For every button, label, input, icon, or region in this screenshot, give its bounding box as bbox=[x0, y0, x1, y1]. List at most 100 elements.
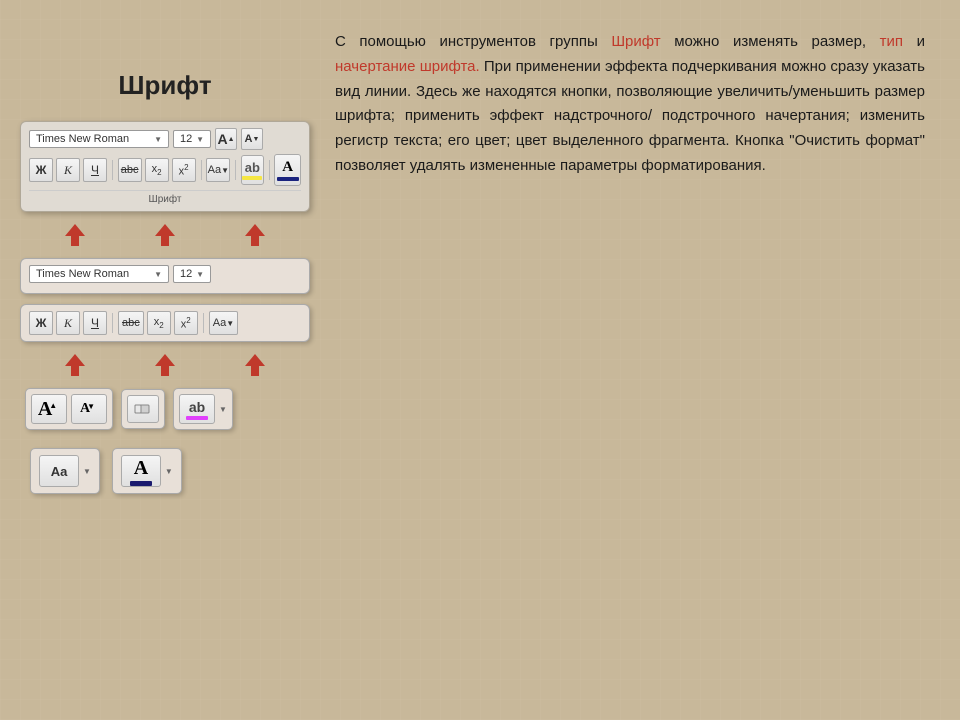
aa-icon: Aa bbox=[208, 164, 221, 176]
strikethrough-sub-btn[interactable]: abc bbox=[118, 311, 144, 335]
format-sub-row: Ж К Ч abc x2 x2 Aa▼ bbox=[29, 311, 301, 335]
font-name-sub-text: Times New Roman bbox=[36, 268, 129, 280]
case-change-btn[interactable]: Aa bbox=[39, 455, 79, 487]
font-name-row: Times New Roman ▼ 12 ▼ A▲ A▼ bbox=[29, 128, 301, 150]
sub-sep2 bbox=[203, 313, 204, 333]
font-name-display[interactable]: Times New Roman ▼ bbox=[29, 130, 169, 148]
highlight-ab-text: ab bbox=[245, 160, 260, 175]
arrow1-svg bbox=[65, 224, 85, 246]
superscript-icon: x2 bbox=[179, 163, 189, 178]
superscript-btn[interactable]: x2 bbox=[172, 158, 196, 182]
font-size-buttons-panel: A▲ A▼ bbox=[25, 388, 113, 430]
underline-btn[interactable]: Ч bbox=[83, 158, 107, 182]
size-sub-dropdown: ▼ bbox=[196, 270, 204, 279]
aa-sub-btn[interactable]: Aa▼ bbox=[209, 311, 238, 335]
text-p2: можно изменять размер, bbox=[661, 33, 880, 50]
toolbar-label: Шрифт bbox=[29, 190, 301, 205]
text-p3: и bbox=[903, 33, 925, 50]
font-color-btn[interactable]: A bbox=[274, 154, 301, 186]
text-p4: При применении эффекта подчеркивания мож… bbox=[335, 58, 925, 174]
bold-sub-btn[interactable]: Ж bbox=[29, 311, 53, 335]
arrow6-svg bbox=[245, 354, 265, 376]
arrows-row-1 bbox=[20, 222, 310, 248]
sub-panels-group: A▲ A▼ ab bbox=[20, 388, 310, 430]
font-size-text: 12 bbox=[180, 133, 192, 145]
strikethrough-icon: abc bbox=[121, 164, 139, 176]
separator1 bbox=[112, 160, 113, 180]
italic-sub-btn[interactable]: К bbox=[56, 311, 80, 335]
text-tip: тип bbox=[880, 33, 903, 50]
strikethrough-sub-icon: abc bbox=[122, 317, 140, 329]
italic-btn[interactable]: К bbox=[56, 158, 80, 182]
font-color-large-btn[interactable]: A bbox=[121, 455, 161, 487]
grow-font-btn[interactable]: A▲ bbox=[215, 128, 237, 150]
arrows-row-2 bbox=[20, 352, 310, 378]
subscript-sub-btn[interactable]: x2 bbox=[147, 311, 171, 335]
big-a-up-arrow: ▲ bbox=[49, 401, 57, 410]
font-size-sub-text: 12 bbox=[180, 268, 192, 280]
highlight-pink-bar bbox=[186, 416, 208, 420]
text-nachert: начертание шрифта. bbox=[335, 58, 480, 75]
size-dropdown-arrow: ▼ bbox=[196, 135, 204, 144]
highlight-btn[interactable]: ab bbox=[241, 155, 264, 185]
format-subpanel: Ж К Ч abc x2 x2 Aa▼ bbox=[20, 304, 310, 342]
bold-btn[interactable]: Ж bbox=[29, 158, 53, 182]
subscript-btn[interactable]: x2 bbox=[145, 158, 169, 182]
big-a-grow-btn[interactable]: A▲ bbox=[31, 394, 67, 424]
font-color-large-a: A bbox=[134, 457, 148, 480]
separator3 bbox=[235, 160, 236, 180]
underline-sub-btn[interactable]: Ч bbox=[83, 311, 107, 335]
bottom-panels-row: Aa ▼ A ▼ bbox=[20, 448, 310, 494]
font-size-sub-display[interactable]: 12 ▼ bbox=[173, 265, 211, 283]
ab-highlight-text: ab bbox=[189, 399, 205, 415]
font-color-dark-bar bbox=[130, 481, 152, 486]
shrink-icon: A bbox=[245, 133, 253, 145]
subscript-sub-icon: x2 bbox=[154, 316, 164, 330]
description-panel: С помощью инструментов группы Шрифт можн… bbox=[330, 20, 940, 700]
arrow3-svg bbox=[245, 224, 265, 246]
case-change-panel: Aa ▼ bbox=[30, 448, 100, 494]
grow-superscript: ▲ bbox=[228, 136, 235, 143]
aa-btn-text: Aa bbox=[51, 464, 68, 479]
font-name-sub-display[interactable]: Times New Roman ▼ bbox=[29, 265, 169, 283]
format-buttons-row: Ж К Ч abc x2 x2 Aa▼ ab bbox=[29, 154, 301, 186]
case-dropdown-arrow[interactable]: ▼ bbox=[83, 467, 91, 476]
highlight-dropdown[interactable]: ▼ bbox=[219, 405, 227, 414]
superscript-sub-icon: x2 bbox=[181, 316, 191, 331]
arrow4-svg bbox=[65, 354, 85, 376]
left-diagram-panel: Шрифт Times New Roman ▼ 12 ▼ A▲ A▼ bbox=[20, 20, 310, 700]
font-name-text: Times New Roman bbox=[36, 133, 129, 145]
font-color-panel: A ▼ bbox=[112, 448, 182, 494]
font-size-display[interactable]: 12 ▼ bbox=[173, 130, 211, 148]
highlight-color-bar bbox=[242, 176, 262, 180]
aa-case-btn[interactable]: Aa▼ bbox=[206, 158, 230, 182]
arrow2-svg bbox=[155, 224, 175, 246]
separator4 bbox=[269, 160, 270, 180]
full-toolbar-panel: Times New Roman ▼ 12 ▼ A▲ A▼ Ж К Ч bbox=[20, 121, 310, 212]
font-row-sub: Times New Roman ▼ 12 ▼ bbox=[29, 265, 301, 283]
font-sub-dropdown: ▼ bbox=[154, 270, 162, 279]
font-color-a: A bbox=[282, 159, 293, 176]
font-name-subpanel: Times New Roman ▼ 12 ▼ bbox=[20, 258, 310, 294]
text-highlight-panel: ab ▼ bbox=[173, 388, 233, 430]
separator2 bbox=[201, 160, 202, 180]
shrink-superscript: ▼ bbox=[253, 136, 260, 143]
shrink-font-btn[interactable]: A▼ bbox=[241, 128, 263, 150]
clear-format-btn[interactable] bbox=[127, 395, 159, 423]
subscript-icon: x2 bbox=[152, 163, 162, 177]
superscript-sub-btn[interactable]: x2 bbox=[174, 311, 198, 335]
strikethrough-btn[interactable]: abc bbox=[118, 158, 142, 182]
aa-sub-icon: Aa bbox=[213, 317, 226, 329]
text-intro: С помощью инструментов группы bbox=[335, 33, 611, 50]
font-color-underline bbox=[277, 177, 299, 181]
eraser-icon bbox=[134, 401, 152, 417]
big-a-shrink-btn[interactable]: A▼ bbox=[71, 394, 107, 424]
page-title: Шрифт bbox=[20, 70, 310, 101]
font-color-dropdown-arrow[interactable]: ▼ bbox=[165, 467, 173, 476]
grow-icon: A bbox=[217, 131, 227, 147]
big-a-down-arrow: ▼ bbox=[87, 402, 95, 411]
clear-format-panel bbox=[121, 389, 165, 429]
description-text: С помощью инструментов группы Шрифт можн… bbox=[335, 30, 925, 179]
text-highlight-btn[interactable]: ab bbox=[179, 394, 215, 424]
font-dropdown-arrow: ▼ bbox=[154, 135, 162, 144]
